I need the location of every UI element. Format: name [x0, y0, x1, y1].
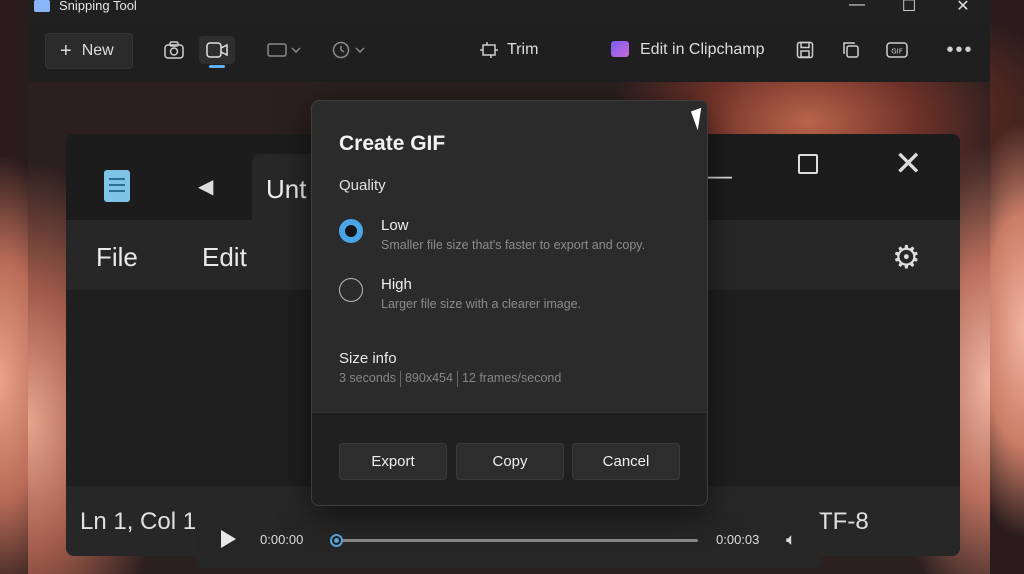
plus-icon: + — [60, 39, 72, 62]
trim-label[interactable]: Trim — [507, 41, 538, 59]
divider — [399, 371, 401, 387]
notepad-menu-file: File — [96, 242, 138, 272]
copy-icon[interactable] — [841, 36, 861, 64]
timer-dropdown-icon[interactable] — [330, 36, 370, 64]
option-low-label[interactable]: Low — [381, 217, 409, 234]
size-info-details: 3 seconds 890x454 12 frames/second — [339, 371, 561, 387]
current-time: 0:00:00 — [260, 532, 304, 547]
clipchamp-logo-icon — [611, 41, 629, 57]
notepad-maximize-icon — [798, 154, 818, 174]
duration-time: 0:00:03 — [716, 532, 760, 547]
option-low-description: Smaller file size that's faster to expor… — [381, 238, 646, 252]
camera-icon[interactable] — [162, 36, 186, 64]
notepad-close-icon: ✕ — [894, 145, 923, 183]
volume-icon[interactable]: 🔈︎ — [786, 530, 796, 550]
quality-label: Quality — [339, 177, 386, 194]
size-info-dimensions: 890x454 — [404, 371, 453, 385]
maximize-button[interactable]: ☐ — [886, 0, 932, 18]
gear-icon: ⚙ — [892, 239, 921, 275]
snip-shape-dropdown-icon[interactable] — [264, 36, 308, 64]
back-arrow-icon: ◀ — [198, 176, 214, 198]
snipping-tool-app-icon — [34, 0, 50, 12]
radio-low[interactable] — [339, 219, 363, 243]
toolbar: + New Trim Edit in Clipchamp GIF ••• — [28, 24, 990, 82]
edit-in-clipchamp-button[interactable]: Edit in Clipchamp — [640, 41, 765, 59]
divider — [456, 371, 458, 387]
option-high-label[interactable]: High — [381, 276, 412, 293]
option-high-description: Larger file size with a clearer image. — [381, 297, 582, 311]
gif-icon[interactable]: GIF — [886, 36, 908, 64]
seek-slider-thumb[interactable] — [330, 534, 343, 547]
notepad-menu-edit: Edit — [202, 242, 247, 272]
notepad-app-icon — [104, 170, 130, 202]
playback-bar: 0:00:00 0:00:03 🔈︎ — [196, 512, 822, 568]
play-icon[interactable] — [221, 530, 236, 548]
minimize-button[interactable]: — — [834, 0, 880, 18]
size-info-framerate: 12 frames/second — [461, 371, 562, 385]
save-icon[interactable] — [795, 36, 815, 64]
radio-high[interactable] — [339, 278, 363, 302]
app-title: Snipping Tool — [59, 0, 137, 13]
create-gif-dialog: Create GIF Quality Low Smaller file size… — [311, 100, 708, 506]
dialog-footer: Export Copy Cancel — [312, 412, 707, 505]
svg-text:GIF: GIF — [891, 48, 903, 56]
new-button-label: New — [81, 42, 114, 59]
notepad-tab-title: Unt — [266, 174, 307, 204]
notepad-encoding: TF-8 — [818, 508, 869, 535]
cancel-button[interactable]: Cancel — [572, 443, 680, 480]
copy-button[interactable]: Copy — [456, 443, 564, 480]
title-bar: Snipping Tool — ☐ ✕ — [28, 0, 990, 24]
active-mode-indicator — [209, 65, 225, 68]
export-button[interactable]: Export — [339, 443, 447, 480]
new-button[interactable]: + New — [45, 33, 133, 69]
notepad-cursor-position: Ln 1, Col 1 — [80, 508, 197, 535]
seek-slider[interactable] — [330, 534, 698, 547]
close-button[interactable]: ✕ — [940, 0, 986, 18]
trim-icon[interactable] — [478, 36, 500, 64]
more-options-icon[interactable]: ••• — [947, 36, 972, 64]
dialog-title: Create GIF — [339, 132, 446, 155]
size-info-duration: 3 seconds — [339, 371, 396, 385]
notepad-minimize-icon: — — [706, 160, 732, 190]
video-camera-icon[interactable] — [199, 36, 235, 64]
size-info-title: Size info — [339, 350, 397, 367]
